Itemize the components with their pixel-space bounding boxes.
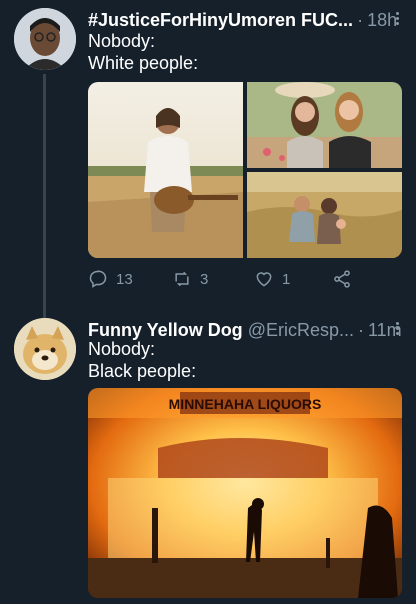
photo-family-field[interactable] [247,172,402,258]
sign-text: MINNEHAHA LIQUORS [169,396,322,412]
retweet-button[interactable]: 3 [172,266,208,292]
reply-button[interactable]: 13 [88,266,133,292]
tweet-text-line: Nobody: [88,31,156,51]
tweet-text-line: Nobody: [88,339,156,359]
action-bar: 13 3 1 [88,266,388,292]
tweet-text-line: White people: [88,53,199,73]
reply-count: 13 [116,270,133,288]
display-name[interactable]: #JusticeForHinyUmoren FUC... [88,10,353,31]
tweet[interactable]: #JusticeForHinyUmoren FUC... · 18h Nobod… [0,0,416,320]
more-icon[interactable] [392,320,402,340]
share-button[interactable] [332,266,360,292]
share-icon [334,270,350,288]
retweet-count: 3 [200,270,209,288]
media-grid[interactable] [88,82,402,258]
photo-guitar-man[interactable] [88,82,243,258]
photo-burning-building[interactable]: MINNEHAHA LIQUORS [88,388,402,598]
reply-icon [89,270,107,288]
photo-two-women[interactable] [247,82,402,168]
retweet-icon [175,271,189,287]
like-count: 1 [282,270,291,288]
avatar[interactable] [14,318,76,380]
like-icon [256,272,272,287]
more-icon[interactable] [392,10,402,30]
like-button[interactable]: 1 [254,266,290,292]
separator-dot: · [357,9,364,30]
separator-dot: · [357,319,364,340]
display-name[interactable]: Funny Yellow Dog [88,320,243,341]
tweet-text-line: Black people: [88,361,197,381]
username[interactable]: @EricResp... [248,320,354,341]
thread-connector [43,74,46,320]
avatar[interactable] [14,8,76,70]
